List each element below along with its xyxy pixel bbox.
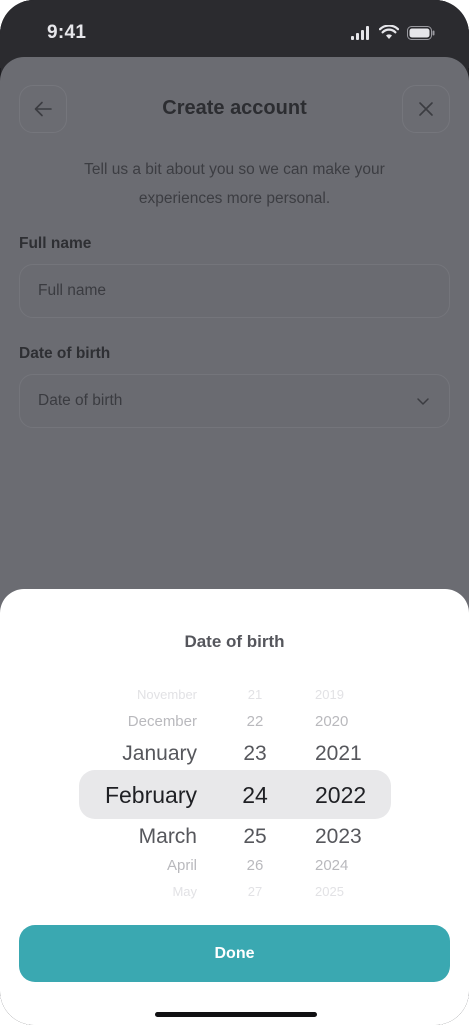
wifi-icon [379,25,399,39]
done-button[interactable]: Done [19,925,450,982]
day-option[interactable]: 27 [248,884,262,899]
close-button[interactable] [402,85,450,133]
month-option[interactable]: April [167,857,197,874]
full-name-placeholder: Full name [38,282,107,299]
home-indicator [155,1012,317,1017]
page-title: Create account [162,97,307,119]
dob-placeholder: Date of birth [38,392,123,409]
day-option[interactable]: 25 [243,825,266,849]
page-subtitle: Tell us a bit about you so we can make y… [84,161,385,207]
day-option[interactable]: 26 [247,857,264,874]
year-option[interactable]: 2020 [315,713,348,730]
dob-select[interactable]: Date of birth [19,374,450,428]
year-option[interactable]: 2024 [315,857,348,874]
day-option[interactable]: 23 [243,742,266,766]
month-option[interactable]: November [137,687,197,702]
month-option[interactable]: January [122,742,197,766]
year-option[interactable]: 2022 [315,782,366,809]
month-option[interactable]: May [172,884,197,899]
full-name-input[interactable]: Full name [19,264,450,318]
month-option[interactable]: February [105,782,197,809]
full-name-label: Full name [19,235,92,252]
date-picker-sheet: Date of birth November December January Feb… [0,589,469,1025]
phone-frame: 9:41 Create account Tell us a bit about … [0,0,469,1025]
day-option[interactable]: 21 [248,687,262,702]
dob-label: Date of birth [19,345,111,362]
day-option[interactable]: 22 [247,713,264,730]
month-wheel[interactable]: November December January February March Apri… [0,589,197,925]
year-option[interactable]: 2019 [315,687,344,702]
day-wheel[interactable]: 21 22 23 24 25 26 27 [215,589,295,925]
close-icon [419,102,433,116]
month-option[interactable]: March [139,825,197,849]
cellular-signal-icon [351,25,369,40]
month-option[interactable]: December [128,713,197,730]
system-icons [351,25,435,40]
chevron-down-icon [417,398,429,405]
day-option[interactable]: 24 [242,782,268,809]
year-option[interactable]: 2023 [315,825,362,849]
year-option[interactable]: 2021 [315,742,362,766]
battery-icon [407,25,435,40]
year-wheel[interactable]: 2019 2020 2021 2022 2023 2024 2025 [315,589,415,925]
status-time: 9:41 [47,22,87,43]
year-option[interactable]: 2025 [315,884,344,899]
